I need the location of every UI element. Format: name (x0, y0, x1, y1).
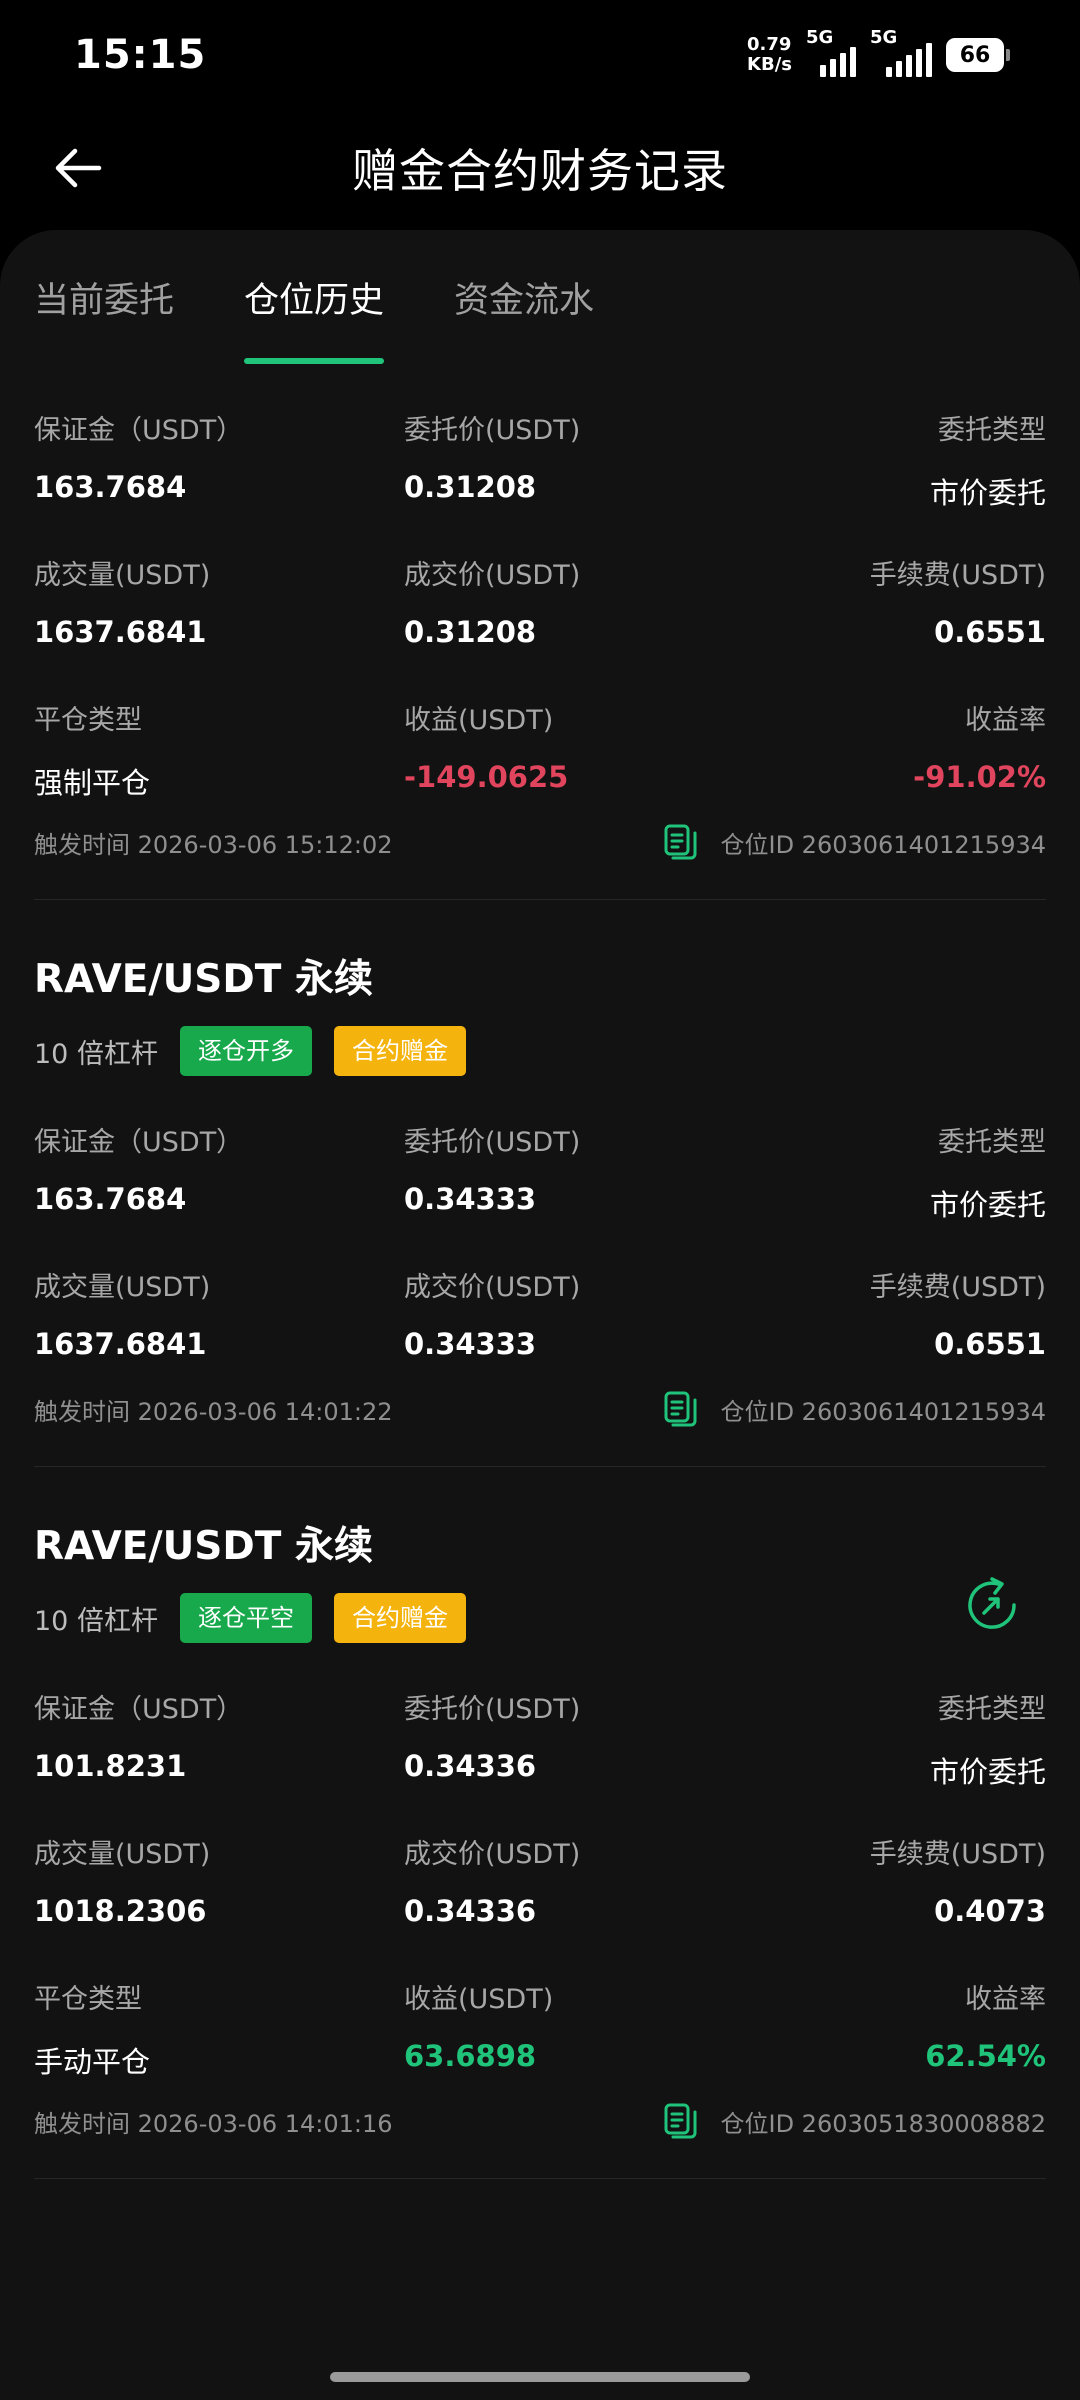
record-header: RAVE/USDT 永续 10 倍杠杆 逐仓平空 合约赠金 (34, 1467, 1046, 1643)
pnl-field: 收益(USDT) -149.0625 (404, 705, 569, 794)
volume-field: 成交量(USDT) 1637.6841 (34, 560, 211, 649)
fee-field: 手续费(USDT) 0.6551 (869, 1272, 1046, 1361)
record-fields: 保证金（USDT） 101.8231 委托价(USDT) 0.34336 委托类… (34, 1643, 1046, 2079)
side-badge: 逐仓平空 (179, 1593, 312, 1643)
record-footer: 触发时间 2026-03-06 14:01:22 仓位ID 2603061401… (34, 1366, 1046, 1466)
fee-field: 手续费(USDT) 0.6551 (869, 560, 1046, 649)
document-icon[interactable] (663, 823, 699, 861)
back-button[interactable] (50, 140, 106, 196)
position-id: 仓位ID 2603061401215934 (663, 1390, 1046, 1428)
leverage-label: 10 倍杠杆 (34, 1038, 158, 1070)
roi-field: 收益率 62.54% (925, 1984, 1046, 2073)
document-icon[interactable] (663, 2102, 699, 2140)
divider (34, 2178, 1046, 2179)
order-price-field: 委托价(USDT) 0.34333 (404, 1127, 581, 1216)
fill-price-field: 成交价(USDT) 0.31208 (404, 560, 581, 649)
record-header: RAVE/USDT 永续 10 倍杠杆 逐仓开多 合约赠金 (34, 900, 1046, 1076)
share-refresh-icon[interactable] (962, 1575, 1022, 1635)
record-fields: 保证金（USDT） 163.7684 委托价(USDT) 0.31208 委托类… (34, 364, 1046, 800)
close-type-field: 平仓类型 手动平仓 (34, 1984, 151, 2079)
record-tags: 10 倍杠杆 逐仓平空 合约赠金 (34, 1577, 1046, 1643)
pair-title: RAVE/USDT 永续 (34, 957, 373, 1002)
margin-field: 保证金（USDT） 163.7684 (34, 1127, 244, 1216)
position-record[interactable]: 保证金（USDT） 163.7684 委托价(USDT) 0.31208 委托类… (34, 364, 1046, 899)
arrow-left-icon (55, 148, 102, 188)
margin-field: 保证金（USDT） 163.7684 (34, 415, 244, 504)
home-indicator[interactable] (330, 2372, 750, 2382)
bonus-badge: 合约赠金 (333, 1026, 466, 1076)
battery-icon: 66 (946, 38, 1010, 72)
signal-icon: 5G (806, 27, 856, 77)
position-id: 仓位ID 2603061401215934 (663, 823, 1046, 861)
trigger-time: 触发时间 2026-03-06 15:12:02 (34, 830, 393, 859)
record-fields: 保证金（USDT） 163.7684 委托价(USDT) 0.34333 委托类… (34, 1076, 1046, 1366)
fill-price-field: 成交价(USDT) 0.34333 (404, 1272, 581, 1361)
tab-current-orders[interactable]: 当前委托 (34, 272, 174, 364)
status-icons: 0.79 KB/s 5G 5G 66 (747, 27, 1010, 77)
position-record[interactable]: RAVE/USDT 永续 10 倍杠杆 逐仓开多 合约赠金 保证金（USDT） … (34, 900, 1046, 1466)
record-footer: 触发时间 2026-03-06 15:12:02 仓位ID 2603061401… (34, 799, 1046, 899)
position-record[interactable]: RAVE/USDT 永续 10 倍杠杆 逐仓平空 合约赠金 保证金（USDT） … (34, 1467, 1046, 2178)
order-type-field: 委托类型 市价委托 (929, 1127, 1046, 1222)
clock: 15:15 (74, 32, 207, 78)
pnl-field: 收益(USDT) 63.6898 (404, 1984, 554, 2073)
trigger-time: 触发时间 2026-03-06 14:01:16 (34, 2109, 393, 2138)
tab-fund-flow[interactable]: 资金流水 (454, 272, 594, 364)
order-type-field: 委托类型 市价委托 (929, 415, 1046, 510)
pair-title: RAVE/USDT 永续 (34, 1524, 373, 1569)
roi-field: 收益率 -91.02% (913, 705, 1046, 794)
page-title: 赠金合约财务记录 (352, 144, 728, 198)
close-type-field: 平仓类型 强制平仓 (34, 705, 151, 800)
side-badge: 逐仓开多 (179, 1026, 312, 1076)
tab-bar: 当前委托 仓位历史 资金流水 (34, 230, 1046, 364)
record-tags: 10 倍杠杆 逐仓开多 合约赠金 (34, 1026, 1046, 1076)
fill-price-field: 成交价(USDT) 0.34336 (404, 1839, 581, 1928)
order-price-field: 委托价(USDT) 0.31208 (404, 415, 581, 504)
leverage-label: 10 倍杠杆 (34, 1605, 158, 1637)
fee-field: 手续费(USDT) 0.4073 (869, 1839, 1046, 1928)
trigger-time: 触发时间 2026-03-06 14:01:22 (34, 1397, 393, 1426)
order-type-field: 委托类型 市价委托 (929, 1694, 1046, 1789)
margin-field: 保证金（USDT） 101.8231 (34, 1694, 244, 1783)
status-bar: 15:15 0.79 KB/s 5G 5G 66 (0, 0, 1080, 110)
bonus-badge: 合约赠金 (333, 1593, 466, 1643)
app-header: 赠金合约财务记录 (0, 110, 1080, 226)
order-price-field: 委托价(USDT) 0.34336 (404, 1694, 581, 1783)
position-id: 仓位ID 2603051830008882 (663, 2102, 1046, 2140)
volume-field: 成交量(USDT) 1637.6841 (34, 1272, 211, 1361)
tab-position-history[interactable]: 仓位历史 (244, 272, 385, 364)
volume-field: 成交量(USDT) 1018.2306 (34, 1839, 211, 1928)
document-icon[interactable] (663, 1390, 699, 1428)
network-speed: 0.79 KB/s (747, 34, 792, 75)
record-footer: 触发时间 2026-03-06 14:01:16 仓位ID 2603051830… (34, 2078, 1046, 2178)
signal-icon-2: 5G (870, 27, 932, 77)
content-card: 当前委托 仓位历史 资金流水 保证金（USDT） 163.7684 委托价(US… (0, 230, 1080, 2400)
